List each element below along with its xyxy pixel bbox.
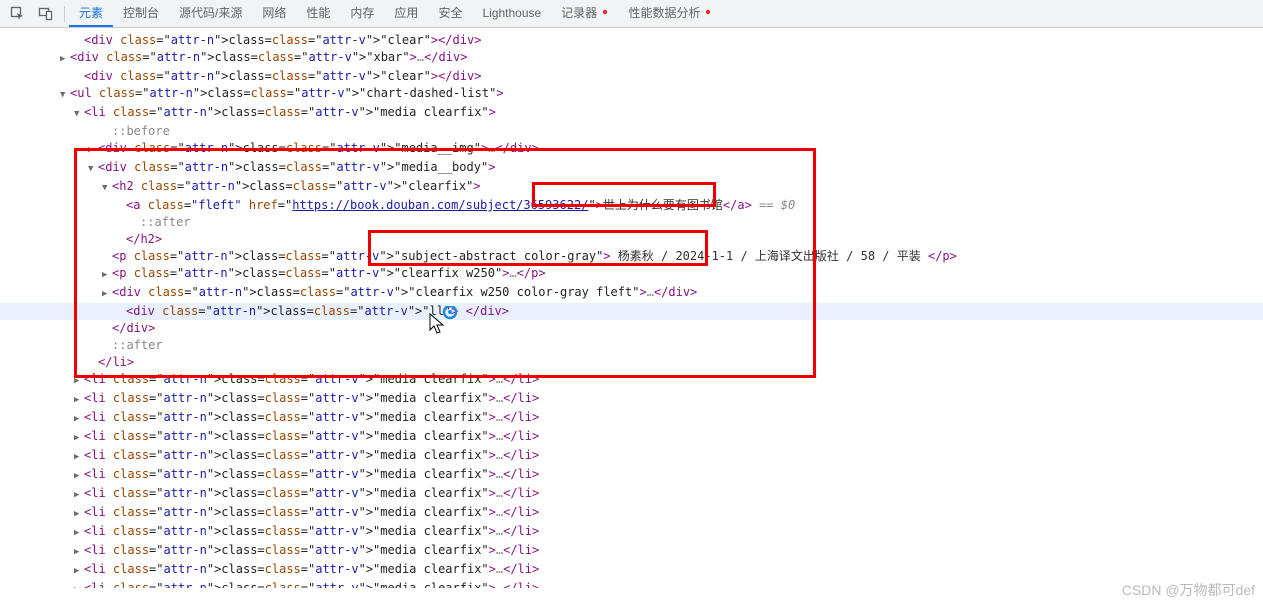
ellipsis-icon[interactable]: … (647, 285, 654, 299)
tree-row[interactable]: <li class="attr-n">class=class="attr-v">… (0, 561, 1263, 580)
tree-row[interactable]: <div class="attr-n">class=class="attr-v"… (0, 68, 1263, 85)
expand-arrow-icon[interactable] (102, 248, 112, 265)
expand-arrow-icon[interactable] (74, 428, 84, 447)
expand-arrow-icon[interactable] (102, 265, 112, 284)
tree-row[interactable]: <div class="attr-n">class=class="attr-v"… (0, 159, 1263, 178)
tree-row[interactable]: <li class="attr-n">class=class="attr-v">… (0, 466, 1263, 485)
ellipsis-icon[interactable]: … (417, 50, 424, 64)
expand-arrow-icon[interactable] (130, 214, 140, 231)
tree-row[interactable]: <li class="attr-n">class=class="attr-v">… (0, 447, 1263, 466)
tree-row[interactable]: </li> (0, 354, 1263, 371)
tree-row[interactable]: <li class="attr-n">class=class="attr-v">… (0, 580, 1263, 588)
tree-row[interactable]: <li class="attr-n">class=class="attr-v">… (0, 485, 1263, 504)
expand-arrow-icon[interactable] (74, 390, 84, 409)
expand-arrow-icon[interactable] (88, 140, 98, 159)
expand-arrow-icon[interactable] (74, 466, 84, 485)
expand-arrow-icon[interactable] (74, 447, 84, 466)
expand-arrow-icon[interactable] (74, 523, 84, 542)
tab-elements[interactable]: 元素 (69, 0, 113, 27)
tree-row[interactable]: <p class="attr-n">class=class="attr-v">"… (0, 265, 1263, 284)
expand-arrow-icon[interactable] (116, 231, 126, 248)
tree-row[interactable]: <div class="attr-n">class=class="attr-v"… (0, 32, 1263, 49)
tab-recorder[interactable]: 记录器 (551, 0, 618, 27)
tree-row[interactable]: <li class="attr-n">class=class="attr-v">… (0, 104, 1263, 123)
elements-tree[interactable]: <div class="attr-n">class=class="attr-v"… (0, 28, 1263, 588)
expand-arrow-icon[interactable] (116, 197, 126, 214)
tree-row[interactable]: <li class="attr-n">class=class="attr-v">… (0, 542, 1263, 561)
expand-arrow-icon[interactable] (74, 580, 84, 588)
expand-arrow-icon[interactable] (74, 371, 84, 390)
ellipsis-icon[interactable]: … (509, 266, 516, 280)
tree-row[interactable]: ::after (0, 214, 1263, 231)
tree-row[interactable]: <li class="attr-n">class=class="attr-v">… (0, 409, 1263, 428)
selected-row[interactable]: <div class="attr-n">class=class="attr-v"… (0, 303, 1263, 320)
tab-sources[interactable]: 源代码/来源 (169, 0, 252, 27)
inspect-icon[interactable] (4, 1, 32, 27)
expand-arrow-icon[interactable] (74, 32, 84, 49)
expand-arrow-icon[interactable] (74, 542, 84, 561)
expand-arrow-icon[interactable] (74, 68, 84, 85)
tree-row[interactable]: <h2 class="attr-n">class=class="attr-v">… (0, 178, 1263, 197)
expand-arrow-icon[interactable] (60, 85, 70, 104)
anchor-row[interactable]: <a class="fleft" href="https://book.doub… (0, 197, 1263, 214)
href-link[interactable]: https://book.douban.com/subject/36593622… (292, 198, 588, 212)
expand-arrow-icon[interactable] (102, 284, 112, 303)
expand-arrow-icon[interactable] (102, 337, 112, 354)
tree-row[interactable]: <li class="attr-n">class=class="attr-v">… (0, 371, 1263, 390)
tree-row[interactable]: </div> (0, 320, 1263, 337)
expand-arrow-icon[interactable] (102, 320, 112, 337)
tree-row[interactable]: </h2> (0, 231, 1263, 248)
tree-row[interactable]: <li class="attr-n">class=class="attr-v">… (0, 523, 1263, 542)
tree-row[interactable]: <ul class="attr-n">class=class="attr-v">… (0, 85, 1263, 104)
expand-arrow-icon[interactable] (88, 354, 98, 371)
tab-security[interactable]: 安全 (428, 0, 472, 27)
tab-memory[interactable]: 内存 (340, 0, 384, 27)
expand-arrow-icon[interactable] (74, 504, 84, 523)
device-toolbar-icon[interactable] (32, 1, 60, 27)
tree-row[interactable]: <li class="attr-n">class=class="attr-v">… (0, 504, 1263, 523)
tab-network[interactable]: 网络 (252, 0, 296, 27)
tab-application[interactable]: 应用 (384, 0, 428, 27)
tree-row[interactable]: <li class="attr-n">class=class="attr-v">… (0, 390, 1263, 409)
expand-arrow-icon[interactable] (74, 561, 84, 580)
tab-performance[interactable]: 性能 (296, 0, 340, 27)
tree-row[interactable]: <div class="attr-n">class=class="attr-v"… (0, 140, 1263, 159)
tab-lighthouse[interactable]: Lighthouse (472, 0, 551, 27)
separator (64, 6, 65, 22)
tree-row[interactable]: <div class="attr-n">class=class="attr-v"… (0, 284, 1263, 303)
tree-row[interactable]: <div class="attr-n">class=class="attr-v"… (0, 49, 1263, 68)
expand-arrow-icon[interactable] (60, 49, 70, 68)
tab-console[interactable]: 控制台 (113, 0, 169, 27)
tree-row[interactable]: ::before (0, 123, 1263, 140)
expand-arrow-icon[interactable] (74, 485, 84, 504)
expand-arrow-icon[interactable] (88, 159, 98, 178)
tree-row[interactable]: ::after (0, 337, 1263, 354)
expand-arrow-icon[interactable] (74, 104, 84, 123)
tab-perf-insights[interactable]: 性能数据分析 (619, 0, 722, 27)
tree-row[interactable]: <p class="attr-n">class=class="attr-v">"… (0, 248, 1263, 265)
devtools-tabbar: 元素 控制台 源代码/来源 网络 性能 内存 应用 安全 Lighthouse … (0, 0, 1263, 28)
expand-arrow-icon[interactable] (116, 303, 126, 320)
expand-arrow-icon[interactable] (74, 409, 84, 428)
tree-row[interactable]: <li class="attr-n">class=class="attr-v">… (0, 428, 1263, 447)
expand-arrow-icon[interactable] (102, 178, 112, 197)
expand-arrow-icon[interactable] (102, 123, 112, 140)
